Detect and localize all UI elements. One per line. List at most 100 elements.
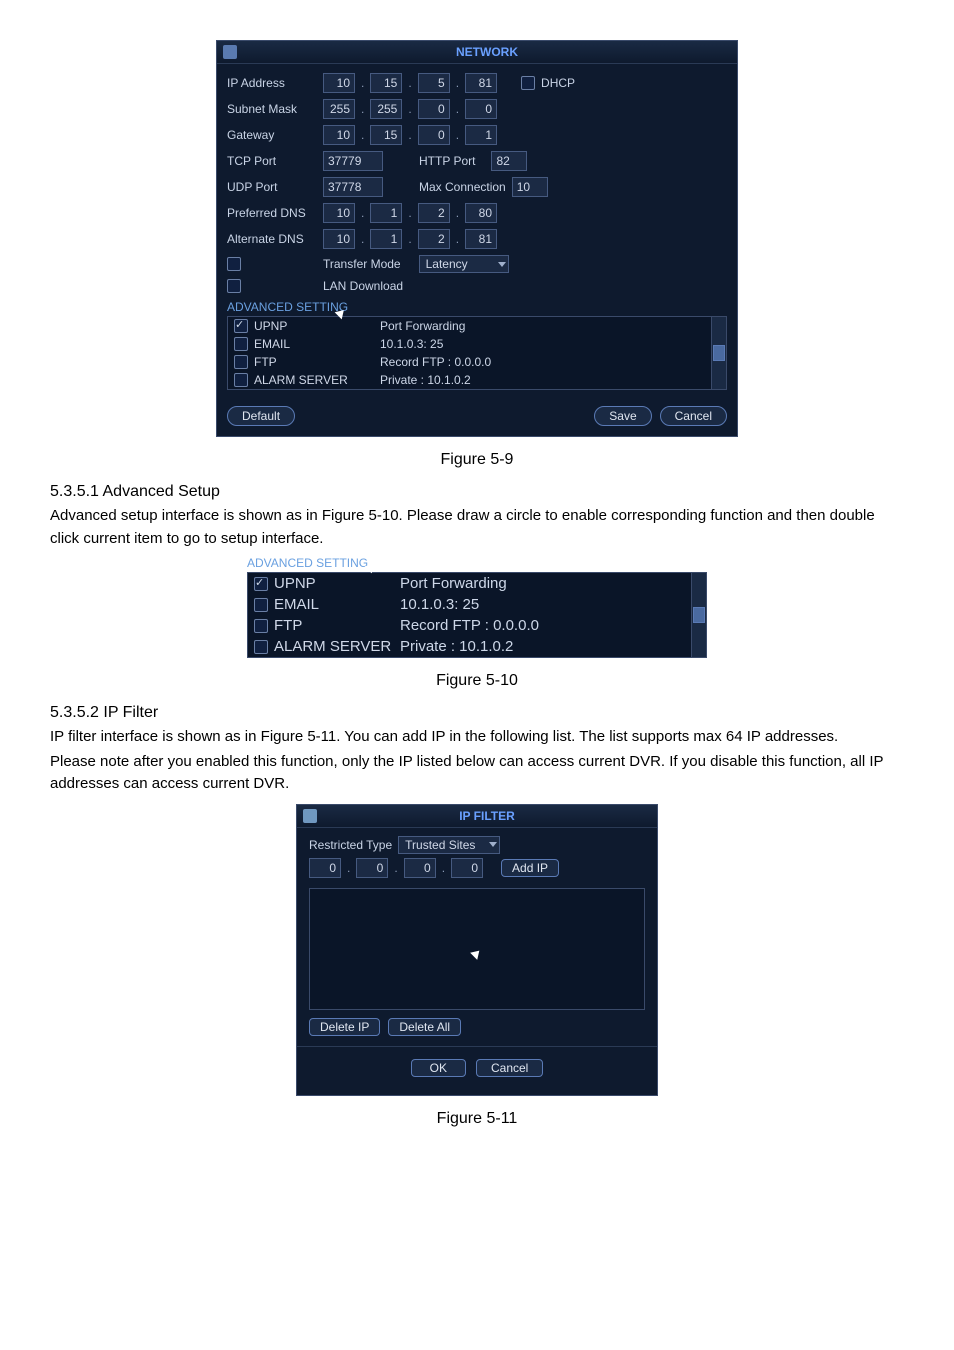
ip-address-label: IP Address <box>227 76 317 90</box>
list-item[interactable]: UPNP Port Forwarding <box>228 317 711 335</box>
ipfilter-title: IP FILTER <box>323 809 651 823</box>
ip-address-octet-3[interactable]: 81 <box>465 73 497 93</box>
preferred-dns-octet-1[interactable]: 1 <box>370 203 402 223</box>
list-item[interactable]: EMAIL10.1.0.3: 25 <box>228 335 711 353</box>
transfer-mode-value: Latency <box>426 256 468 272</box>
list-item-name: EMAIL <box>274 596 394 613</box>
subnet-mask-octet-0[interactable]: 255 <box>323 99 355 119</box>
preferred-dns-label: Preferred DNS <box>227 206 317 220</box>
dhcp-checkbox[interactable] <box>521 76 535 90</box>
gateway-octet-1[interactable]: 15 <box>370 125 402 145</box>
udp-port-label: UDP Port <box>227 180 317 194</box>
ip-address-octet-0[interactable]: 10 <box>323 73 355 93</box>
subnet-mask-octet-1[interactable]: 255 <box>370 99 402 119</box>
list-item[interactable]: FTP Record FTP : 0.0.0.0 <box>248 615 691 636</box>
subnet-mask-octet-3[interactable]: 0 <box>465 99 497 119</box>
scrollbar[interactable] <box>691 573 706 657</box>
list-item-value: Private : 10.1.0.2 <box>380 373 471 387</box>
list-item-value: Record FTP : 0.0.0.0 <box>380 355 491 369</box>
list-item[interactable]: UPNPPort Forwarding <box>248 573 691 594</box>
http-port-input[interactable]: 82 <box>491 151 527 171</box>
gateway-octet-3[interactable]: 1 <box>465 125 497 145</box>
list-item-checkbox[interactable] <box>234 373 248 387</box>
list-item-checkbox[interactable] <box>234 337 248 351</box>
lan-download-checkbox[interactable] <box>227 279 241 293</box>
ipfilter-octet-3[interactable]: 0 <box>451 858 483 878</box>
list-item-checkbox[interactable] <box>254 577 268 591</box>
cursor-icon <box>367 562 376 575</box>
scroll-thumb[interactable] <box>693 607 705 623</box>
http-port-label: HTTP Port <box>419 154 475 168</box>
ip-list[interactable] <box>309 888 645 1010</box>
scroll-thumb[interactable] <box>713 345 725 361</box>
list-item-value: Port Forwarding <box>380 319 465 333</box>
heading-5-3-5-2: 5.3.5.2 IP Filter <box>50 704 904 722</box>
list-item-name: FTP <box>254 355 374 369</box>
alternate-dns-octet-0[interactable]: 10 <box>323 229 355 249</box>
max-conn-input[interactable]: 10 <box>512 177 548 197</box>
restricted-type-select[interactable]: Trusted Sites <box>398 836 500 854</box>
paragraph-advanced-setup: Advanced setup interface is shown as in … <box>50 505 904 550</box>
list-item[interactable]: EMAIL 10.1.0.3: 25 <box>248 594 691 615</box>
ipfilter-octet-1[interactable]: 0 <box>356 858 388 878</box>
list-item-checkbox[interactable] <box>234 319 248 333</box>
udp-port-input[interactable]: 37778 <box>323 177 383 197</box>
advanced-setting-frame: UPNP Port Forwarding EMAIL10.1.0.3: 25 FTP R… <box>227 316 727 390</box>
transfer-mode-select[interactable]: Latency <box>419 255 509 273</box>
preferred-dns-octet-2[interactable]: 2 <box>418 203 450 223</box>
list-item-value: Private : 10.1.0.2 <box>400 638 513 655</box>
cancel-button[interactable]: Cancel <box>660 406 727 426</box>
ip-address-octet-1[interactable]: 15 <box>370 73 402 93</box>
subnet-mask-label: Subnet Mask <box>227 102 317 116</box>
list-item[interactable]: ALARM SERVERPrivate : 10.1.0.2 <box>228 371 711 389</box>
list-item-checkbox[interactable] <box>254 598 268 612</box>
transfer-mode-label: Transfer Mode <box>323 257 401 271</box>
list-item-checkbox[interactable] <box>234 355 248 369</box>
list-item-name: FTP <box>274 617 394 634</box>
scrollbar[interactable] <box>711 317 726 389</box>
preferred-dns-octet-0[interactable]: 10 <box>323 203 355 223</box>
computers-icon <box>223 45 237 59</box>
subnet-mask-octet-2[interactable]: 0 <box>418 99 450 119</box>
tcp-port-label: TCP Port <box>227 154 317 168</box>
ipfilter-octet-2[interactable]: 0 <box>404 858 436 878</box>
delete-ip-button[interactable]: Delete IP <box>309 1018 380 1036</box>
figure-5-9-caption: Figure 5-9 <box>50 451 904 469</box>
list-item[interactable]: FTP Record FTP : 0.0.0.0 <box>228 353 711 371</box>
list-item-value: 10.1.0.3: 25 <box>400 596 479 613</box>
max-conn-label: Max Connection <box>419 180 506 194</box>
ip-filter-dialog: IP FILTER Restricted Type Trusted Sites … <box>296 804 658 1096</box>
list-item-name: ALARM SERVER <box>274 638 394 655</box>
cancel-button[interactable]: Cancel <box>476 1059 543 1077</box>
gateway-octet-2[interactable]: 0 <box>418 125 450 145</box>
cursor-icon <box>473 948 482 961</box>
list-item-value: Record FTP : 0.0.0.0 <box>400 617 539 634</box>
list-item-checkbox[interactable] <box>254 619 268 633</box>
ip-address-octet-2[interactable]: 5 <box>418 73 450 93</box>
ok-button[interactable]: OK <box>411 1059 466 1077</box>
alternate-dns-octet-1[interactable]: 1 <box>370 229 402 249</box>
list-item-name: UPNP <box>254 319 374 333</box>
add-ip-button[interactable]: Add IP <box>501 859 559 877</box>
paragraph-ip-filter-1: IP filter interface is shown as in Figur… <box>50 726 904 749</box>
save-button[interactable]: Save <box>594 406 651 426</box>
restricted-type-value: Trusted Sites <box>405 837 475 853</box>
title-bar: IP FILTER <box>297 805 657 828</box>
cursor-icon <box>337 308 346 321</box>
alternate-dns-octet-2[interactable]: 2 <box>418 229 450 249</box>
default-button[interactable]: Default <box>227 406 295 426</box>
chevron-down-icon <box>489 842 497 847</box>
lan-download-label: LAN Download <box>323 279 403 293</box>
network-dialog: NETWORK IP Address 10. 15. 5. 81 DHCP Su… <box>216 40 738 437</box>
ipfilter-octet-0[interactable]: 0 <box>309 858 341 878</box>
advanced-setting-small-label: ADVANCED SETTING <box>247 556 368 570</box>
chevron-down-icon <box>498 262 506 267</box>
list-item[interactable]: ALARM SERVER Private : 10.1.0.2 <box>248 636 691 657</box>
delete-all-button[interactable]: Delete All <box>388 1018 461 1036</box>
list-item-checkbox[interactable] <box>254 640 268 654</box>
tcp-port-input[interactable]: 37779 <box>323 151 383 171</box>
gateway-octet-0[interactable]: 10 <box>323 125 355 145</box>
preferred-dns-octet-3[interactable]: 80 <box>465 203 497 223</box>
transfer-mode-checkbox[interactable] <box>227 257 241 271</box>
alternate-dns-octet-3[interactable]: 81 <box>465 229 497 249</box>
